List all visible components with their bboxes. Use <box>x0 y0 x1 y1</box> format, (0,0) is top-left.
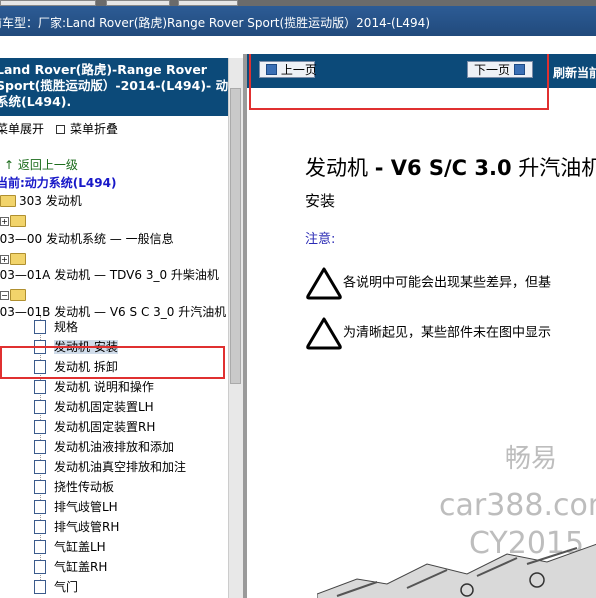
current-location: 当前:动力系统(L494) <box>0 174 116 191</box>
page-subtitle: 安装 <box>305 192 336 210</box>
tree-doc-item[interactable]: 发动机油液排放和添加 <box>34 438 174 456</box>
refresh-current-link[interactable]: 刷新当前 <box>553 64 596 81</box>
document-icon <box>34 499 46 514</box>
document-icon <box>34 519 46 534</box>
tree-node-label: 303 发动机 <box>19 194 82 208</box>
menu-collapse[interactable]: 菜单折叠 <box>70 122 118 136</box>
tree-node-expander[interactable]: + <box>0 212 29 230</box>
window-tab[interactable] <box>0 0 96 6</box>
tree-node-expander[interactable]: − <box>0 286 29 304</box>
scrollbar-thumb[interactable] <box>230 88 241 384</box>
tree-doc-item[interactable]: 排气歧管RH <box>34 518 119 536</box>
document-icon <box>34 379 46 394</box>
left-scrollbar[interactable] <box>228 58 243 598</box>
tree-doc-label: 发动机油液排放和添加 <box>54 440 175 454</box>
vehicle-manufacturer: 厂家:Land Rover(路虎)Range Rover Sport(揽胜运动版… <box>38 16 430 30</box>
tree-doc-label: 发动机固定装置RH <box>54 420 156 434</box>
back-link[interactable]: ↑ 返回上一级 <box>4 156 78 173</box>
left-panel: Land Rover(路虎)-Range Rover Sport(揽胜运动版）-… <box>0 54 244 598</box>
warning-triangle-icon <box>306 317 342 350</box>
expand-plus-icon: + <box>0 255 9 264</box>
tree-doc-item[interactable]: 气门 <box>34 578 78 596</box>
content-panel: 上一页 下一页 刷新当前 发动机 - V6 S/C 3.0 升汽油机 安装 注意… <box>247 54 596 598</box>
title-part: 发动机 <box>305 156 375 180</box>
folder-icon <box>10 252 26 265</box>
tree-doc-item[interactable]: 发动机固定装置RH <box>34 418 155 436</box>
tree-doc-label: 发动机固定装置LH <box>54 400 154 414</box>
header-line: Land Rover(路虎)-Range Rover <box>0 62 207 77</box>
document-icon <box>34 439 46 454</box>
vehicle-label: 前车型： <box>0 16 39 30</box>
engine-diagram-image <box>317 543 596 598</box>
tree-doc-label: 排气歧管LH <box>54 500 118 514</box>
collapse-minus-icon: − <box>0 291 9 300</box>
menu-controls: 菜单展开 菜单折叠 <box>0 120 118 137</box>
folder-icon <box>10 214 26 227</box>
header-line: 系统(L494). <box>0 94 72 109</box>
page-title: 发动机 - V6 S/C 3.0 升汽油机 <box>305 152 596 182</box>
folder-open-icon <box>0 194 16 207</box>
window-tab[interactable] <box>106 0 170 6</box>
watermark: car388.com <box>439 488 596 523</box>
tree-node-303-00[interactable]: 303—00 发动机系统 — 一般信息 <box>0 230 174 248</box>
document-icon <box>34 579 46 594</box>
document-icon <box>34 459 46 474</box>
warning-text: 为清晰起见，某些部件未在图中显示 <box>343 325 552 341</box>
tree-node-303[interactable]: 303 发动机 <box>0 192 82 210</box>
tree-node-label: 303—00 发动机系统 — 一般信息 <box>0 232 174 246</box>
folder-open-icon <box>10 288 26 301</box>
highlight-box <box>0 346 225 379</box>
tree-node-label: 303—01A 发动机 — TDV6 3_0 升柴油机 <box>0 268 219 282</box>
tree-doc-item[interactable]: 规格 <box>34 318 78 336</box>
expand-plus-icon: + <box>0 217 9 226</box>
tree-doc-item[interactable]: 气缸盖LH <box>34 538 106 556</box>
tree-doc-label: 发动机 说明和操作 <box>54 380 154 394</box>
tree-doc-label: 规格 <box>54 320 79 334</box>
menu-expand[interactable]: 菜单展开 <box>0 122 44 136</box>
tree-doc-label: 发动机油真空排放和加注 <box>54 460 187 474</box>
warning-text: 各说明中可能会出现某些差异，但基 <box>343 275 552 291</box>
document-icon <box>34 559 46 574</box>
warning-line: 各说明中可能会出现某些差异，但基 <box>305 266 551 300</box>
tree-doc-item[interactable]: 发动机固定装置LH <box>34 398 154 416</box>
document-icon <box>34 539 46 554</box>
watermark: 畅易 <box>505 444 558 474</box>
vehicle-info: 前车型：厂家:Land Rover(路虎)Range Rover Sport(揽… <box>0 14 430 31</box>
note-label: 注意: <box>305 232 336 247</box>
collapse-box-icon <box>56 124 66 134</box>
tree-node-303-01a[interactable]: 303—01A 发动机 — TDV6 3_0 升柴油机 <box>0 266 219 284</box>
warning-line: 为清晰起见，某些部件未在图中显示 <box>305 316 551 350</box>
tree-doc-label: 气门 <box>54 580 79 594</box>
tree-doc-label: 气缸盖LH <box>54 540 106 554</box>
header-line: Sport(揽胜运动版）-2014-(L494)- 动力 <box>0 78 241 93</box>
tree-doc-label: 排气歧管RH <box>54 520 120 534</box>
current-location-label: 当前:动力系统(L494) <box>0 176 117 190</box>
tree-doc-item[interactable]: 气缸盖RH <box>34 558 107 576</box>
document-icon <box>34 479 46 494</box>
back-arrow-icon: ↑ <box>4 158 15 172</box>
title-part-bold: - V6 S/C 3.0 <box>374 156 512 180</box>
window-tab[interactable] <box>178 0 238 6</box>
vehicle-path-header: Land Rover(路虎)-Range Rover Sport(揽胜运动版）-… <box>0 58 241 116</box>
title-part: 升汽油机 <box>511 156 596 180</box>
document-icon <box>34 399 46 414</box>
tree-doc-item[interactable]: 排气歧管LH <box>34 498 118 516</box>
tree-doc-label: 挠性传动板 <box>54 480 115 494</box>
tree-doc-label: 气缸盖RH <box>54 560 108 574</box>
highlight-box <box>249 54 549 110</box>
warning-triangle-icon <box>306 267 342 300</box>
tree-doc-item[interactable]: 发动机 说明和操作 <box>34 378 154 396</box>
back-link-label: 返回上一级 <box>17 158 78 172</box>
tree-node-label: 303—01B 发动机 — V6 S C 3_0 升汽油机 <box>0 305 227 319</box>
document-icon <box>34 419 46 434</box>
top-bar: 前车型：厂家:Land Rover(路虎)Range Rover Sport(揽… <box>0 0 596 36</box>
tree-doc-item[interactable]: 挠性传动板 <box>34 478 114 496</box>
window-tabs <box>0 0 596 6</box>
document-icon <box>34 319 46 334</box>
tree-doc-item[interactable]: 发动机油真空排放和加注 <box>34 458 186 476</box>
